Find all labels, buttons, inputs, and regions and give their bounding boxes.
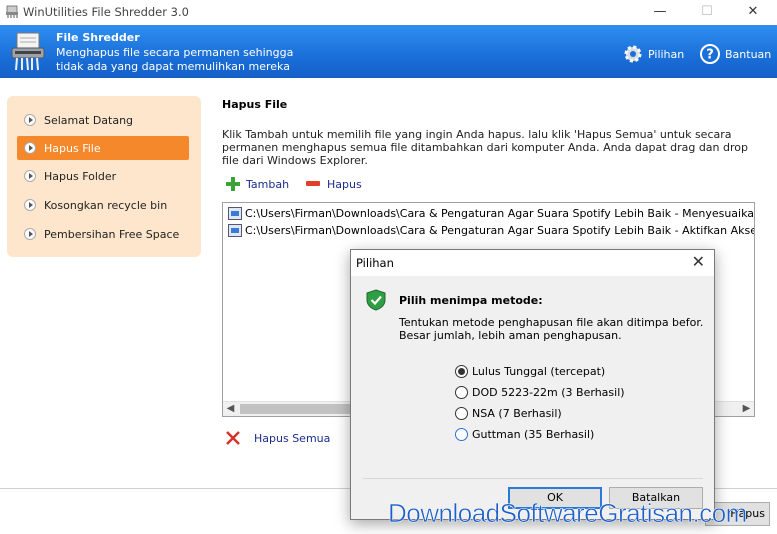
dialog-text: Tentukan metode penghapusan file akan di… xyxy=(399,316,704,342)
sidebar-item-selamat-datang[interactable]: Selamat Datang xyxy=(17,108,189,132)
add-button[interactable]: Tambah xyxy=(226,177,289,191)
dialog-close-icon[interactable]: ✕ xyxy=(692,253,705,271)
add-label: Tambah xyxy=(246,177,290,191)
shield-check-icon xyxy=(366,289,386,311)
radio-dod[interactable]: DOD 5223-22m (3 Berhasil) xyxy=(455,384,625,400)
radio-icon xyxy=(455,385,468,399)
maximize-button[interactable]: ☐ xyxy=(687,3,727,23)
sidebar-item-free-space[interactable]: Pembersihan Free Space xyxy=(17,222,189,246)
file-icon xyxy=(228,206,242,220)
help-label: Bantuan xyxy=(725,47,772,61)
options-label: Pilihan xyxy=(648,47,685,61)
scroll-left-icon[interactable]: ◀ xyxy=(223,402,238,416)
sidebar-item-recycle-bin[interactable]: Kosongkan recycle bin xyxy=(17,193,189,217)
radio-label: Guttman (35 Berhasil) xyxy=(472,427,595,441)
remove-label: Hapus xyxy=(327,177,362,191)
arrow-right-icon xyxy=(24,170,36,182)
radio-icon xyxy=(455,406,468,420)
sidebar-item-label: Hapus File xyxy=(44,141,101,155)
sidebar-item-hapus-folder[interactable]: Hapus Folder xyxy=(17,164,189,188)
arrow-right-icon xyxy=(24,114,36,126)
options-button[interactable]: Pilihan xyxy=(622,43,684,65)
radio-nsa[interactable]: NSA (7 Berhasil) xyxy=(455,405,562,421)
header-description: Menghapus file secara permanen sehingga … xyxy=(56,46,294,73)
sidebar-item-label: Kosongkan recycle bin xyxy=(44,198,168,212)
title-bar: WinUtilities File Shredder 3.0 — ☐ ✕ xyxy=(0,0,777,25)
radio-selected-icon xyxy=(455,364,468,378)
radio-icon xyxy=(455,427,468,441)
delete-all-button[interactable]: Hapus Semua xyxy=(226,431,330,445)
arrow-right-icon xyxy=(24,228,36,240)
header-banner: File Shredder Menghapus file secara perm… xyxy=(0,25,777,78)
dialog-title: Pilihan xyxy=(356,256,394,270)
dialog-heading: Pilih menimpa metode: xyxy=(399,294,543,307)
radio-label: Lulus Tunggal (tercepat) xyxy=(472,364,606,378)
window-title: WinUtilities File Shredder 3.0 xyxy=(23,5,189,19)
x-red-icon xyxy=(226,431,240,445)
list-item[interactable]: C:\Users\Firman\Downloads\Cara & Pengatu… xyxy=(228,205,755,221)
app-icon xyxy=(6,5,18,18)
list-item[interactable]: C:\Users\Firman\Downloads\Cara & Pengatu… xyxy=(228,222,755,238)
page-title: Hapus File xyxy=(222,98,288,111)
sidebar-item-hapus-file[interactable]: Hapus File xyxy=(17,136,189,160)
file-path: C:\Users\Firman\Downloads\Cara & Pengatu… xyxy=(245,223,755,237)
minus-icon xyxy=(306,181,320,186)
file-icon xyxy=(228,223,242,237)
watermark: DownloadSoftwareGratisan.com xyxy=(388,498,748,529)
radio-label: DOD 5223-22m (3 Berhasil) xyxy=(472,385,625,399)
file-path: C:\Users\Firman\Downloads\Cara & Pengatu… xyxy=(245,206,755,220)
scroll-right-icon[interactable]: ▶ xyxy=(739,402,754,416)
radio-guttman[interactable]: Guttman (35 Berhasil) xyxy=(455,426,594,442)
options-dialog: Pilihan ✕ Pilih menimpa metode: Tentukan… xyxy=(350,249,715,520)
dialog-separator xyxy=(363,478,703,479)
radio-single-pass[interactable]: Lulus Tunggal (tercepat) xyxy=(455,363,605,379)
page-description: Klik Tambah untuk memilih file yang ingi… xyxy=(222,128,748,167)
delete-all-label: Hapus Semua xyxy=(254,431,331,445)
svg-text:?: ? xyxy=(706,48,714,63)
gear-icon xyxy=(624,45,642,63)
close-button[interactable]: ✕ xyxy=(733,3,773,23)
sidebar-item-label: Pembersihan Free Space xyxy=(44,227,180,241)
arrow-right-icon xyxy=(24,142,36,154)
plus-icon xyxy=(226,177,240,191)
remove-button[interactable]: Hapus xyxy=(306,177,362,191)
shredder-logo-icon xyxy=(11,32,45,71)
help-button[interactable]: ? Bantuan xyxy=(699,43,771,65)
header-title: File Shredder xyxy=(56,31,140,44)
sidebar: Selamat Datang Hapus File Hapus Folder K… xyxy=(7,96,201,257)
arrow-right-icon xyxy=(24,199,36,211)
sidebar-item-label: Selamat Datang xyxy=(44,113,134,127)
dialog-body: Pilih menimpa metode: Tentukan metode pe… xyxy=(351,276,714,480)
minimize-button[interactable]: — xyxy=(640,3,680,23)
help-icon: ? xyxy=(700,44,720,64)
scroll-thumb[interactable] xyxy=(240,404,350,414)
radio-label: NSA (7 Berhasil) xyxy=(472,406,562,420)
sidebar-item-label: Hapus Folder xyxy=(44,169,117,183)
